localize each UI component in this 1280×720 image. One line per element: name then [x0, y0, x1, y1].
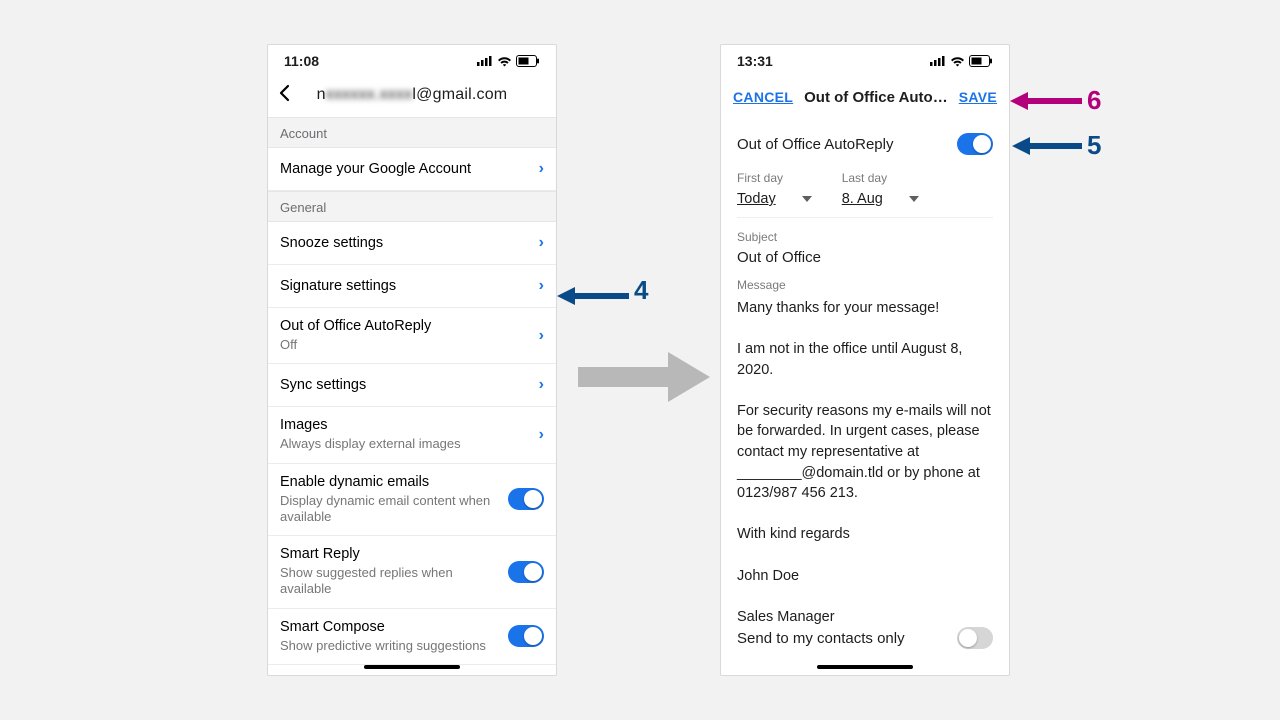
- toggle-smart-reply[interactable]: [508, 561, 544, 583]
- chevron-right-icon: ›: [539, 277, 544, 295]
- status-bar: 13:31: [721, 45, 1009, 77]
- page-title: Out of Office Auto…: [793, 89, 959, 106]
- section-general: General: [268, 191, 556, 222]
- status-icons: [930, 55, 993, 67]
- status-time: 11:08: [284, 53, 319, 69]
- annotation-4: 4: [634, 275, 648, 306]
- save-button[interactable]: SAVE: [959, 89, 997, 105]
- row-signature-settings[interactable]: Signature settings ›: [268, 265, 556, 308]
- settings-title: nxxxxxx.xxxxl@gmail.com: [292, 86, 532, 104]
- row-images[interactable]: Images Always display external images ›: [268, 407, 556, 463]
- annotation-6: 6: [1087, 85, 1101, 116]
- cancel-button[interactable]: CANCEL: [733, 89, 793, 105]
- row-sync-settings[interactable]: Sync settings ›: [268, 364, 556, 407]
- annotation-5: 5: [1087, 130, 1101, 161]
- row-manage-account[interactable]: Manage your Google Account ›: [268, 148, 556, 191]
- back-icon[interactable]: [278, 84, 292, 107]
- status-icons: [477, 55, 540, 67]
- first-day-picker[interactable]: First day Today: [737, 171, 812, 207]
- autoreply-header: CANCEL Out of Office Auto… SAVE: [721, 77, 1009, 117]
- row-autoreply-toggle: Out of Office AutoReply: [737, 127, 993, 167]
- settings-phone: 11:08 nxxxxxx.xxxxl@gmail.com Account Ma…: [267, 44, 557, 676]
- row-contacts-only: Send to my contacts only: [737, 627, 993, 649]
- chevron-right-icon: ›: [539, 426, 544, 444]
- chevron-right-icon: ›: [539, 160, 544, 178]
- arrow-6-icon: [1010, 90, 1082, 112]
- row-snooze-settings[interactable]: Snooze settings ›: [268, 222, 556, 265]
- dropdown-icon: [909, 196, 919, 202]
- row-out-of-office[interactable]: Out of Office AutoReply Off ›: [268, 308, 556, 364]
- message-field[interactable]: Message Many thanks for your message! I …: [737, 278, 993, 627]
- status-bar: 11:08: [268, 45, 556, 77]
- status-time: 13:31: [737, 53, 773, 69]
- contacts-only-label: Send to my contacts only: [737, 630, 905, 647]
- autoreply-label: Out of Office AutoReply: [737, 136, 893, 153]
- arrow-5-icon: [1012, 135, 1082, 157]
- toggle-dynamic-emails[interactable]: [508, 488, 544, 510]
- arrow-4-icon: [557, 285, 629, 307]
- row-smart-compose[interactable]: Smart Compose Show predictive writing su…: [268, 609, 556, 665]
- row-smart-reply[interactable]: Smart Reply Show suggested replies when …: [268, 536, 556, 609]
- dropdown-icon: [802, 196, 812, 202]
- home-indicator-icon: [364, 665, 460, 669]
- flow-arrow-icon: [578, 352, 710, 402]
- home-indicator-icon: [817, 665, 913, 669]
- subject-field[interactable]: Subject Out of Office: [737, 230, 993, 266]
- settings-header: nxxxxxx.xxxxl@gmail.com: [268, 77, 556, 117]
- chevron-right-icon: ›: [539, 327, 544, 345]
- toggle-autoreply[interactable]: [957, 133, 993, 155]
- last-day-picker[interactable]: Last day 8. Aug: [842, 171, 919, 207]
- chevron-right-icon: ›: [539, 376, 544, 394]
- chevron-right-icon: ›: [539, 234, 544, 252]
- autoreply-phone: 13:31 CANCEL Out of Office Auto… SAVE Ou…: [720, 44, 1010, 676]
- toggle-contacts-only[interactable]: [957, 627, 993, 649]
- section-account: Account: [268, 117, 556, 148]
- toggle-smart-compose[interactable]: [508, 625, 544, 647]
- date-range-row: First day Today Last day 8. Aug: [737, 167, 993, 218]
- row-dynamic-emails[interactable]: Enable dynamic emails Display dynamic em…: [268, 464, 556, 537]
